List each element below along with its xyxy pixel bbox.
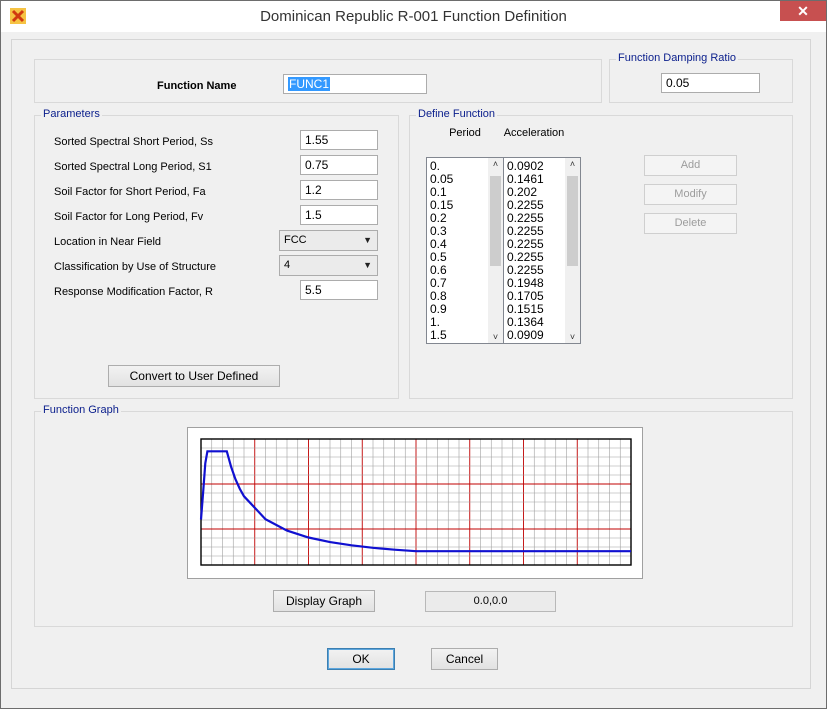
damping-field[interactable]: 0.05 (661, 73, 760, 93)
period-scrollbar[interactable]: ˄ ˅ (488, 158, 503, 343)
fa-field[interactable]: 1.2 (300, 180, 378, 200)
chevron-down-icon: ▼ (363, 235, 372, 245)
define-function-title: Define Function (416, 108, 498, 120)
scroll-down-icon[interactable]: ˅ (488, 332, 503, 342)
classification-value: 4 (284, 259, 291, 271)
period-list[interactable]: 0. 0.05 0.1 0.15 0.2 0.3 0.4 0.5 0.6 0.7 0.8 0.9 1. 1… (426, 157, 504, 344)
parameters-group: Parameters Sorted Spectral Short Period,… (34, 108, 399, 399)
function-name-label: Function Name (157, 80, 237, 92)
period-header: Period (449, 127, 481, 139)
convert-to-user-defined-button[interactable]: Convert to User Defined (108, 365, 280, 387)
damping-title: Function Damping Ratio (616, 52, 739, 64)
ok-button[interactable]: OK (327, 648, 395, 670)
cancel-button[interactable]: Cancel (431, 648, 498, 670)
response-label: Response Modification Factor, R (54, 286, 213, 298)
scroll-down-icon[interactable]: ˅ (565, 332, 580, 342)
s1-label: Sorted Spectral Long Period, S1 (54, 161, 212, 173)
scroll-up-icon[interactable]: ˄ (565, 159, 580, 169)
function-name-field[interactable]: FUNC1 (283, 74, 427, 94)
add-button[interactable]: Add (644, 155, 737, 176)
scroll-thumb[interactable] (567, 176, 578, 266)
close-button[interactable]: ✕ (780, 1, 826, 21)
ss-field[interactable]: 1.55 (300, 130, 378, 150)
function-name-group: Function Name FUNC1 (34, 59, 602, 103)
acceleration-scrollbar[interactable]: ˄ ˅ (565, 158, 580, 343)
parameters-title: Parameters (41, 108, 102, 120)
scroll-up-icon[interactable]: ˄ (488, 159, 503, 169)
chevron-down-icon: ▼ (363, 260, 372, 270)
ss-label: Sorted Spectral Short Period, Ss (54, 136, 213, 148)
display-graph-button[interactable]: Display Graph (273, 590, 375, 612)
coordinate-readout: 0.0,0.0 (425, 591, 556, 612)
delete-button[interactable]: Delete (644, 213, 737, 234)
scroll-thumb[interactable] (490, 176, 501, 266)
function-graph-title: Function Graph (41, 404, 121, 416)
modify-button[interactable]: Modify (644, 184, 737, 205)
define-function-group: Define Function Period Acceleration 0. 0.… (409, 108, 793, 399)
function-graph (199, 438, 632, 566)
title-bar: Dominican Republic R-001 Function Defini… (1, 1, 826, 32)
response-field[interactable]: 5.5 (300, 280, 378, 300)
fv-field[interactable]: 1.5 (300, 205, 378, 225)
location-value: FCC (284, 234, 307, 246)
classification-label: Classification by Use of Structure (54, 261, 217, 273)
fa-label: Soil Factor for Short Period, Fa (54, 186, 206, 198)
damping-group: Function Damping Ratio 0.05 (609, 52, 793, 103)
s1-field[interactable]: 0.75 (300, 155, 378, 175)
acceleration-list[interactable]: 0.0902 0.1461 0.202 0.2255 0.2255 0.2255 0.225… (503, 157, 581, 344)
function-graph-group: Function Graph Display Graph 0.0,0.0 (34, 404, 793, 627)
classification-dropdown[interactable]: 4 ▼ (279, 255, 378, 276)
fv-label: Soil Factor for Long Period, Fv (54, 211, 204, 223)
window-title: Dominican Republic R-001 Function Defini… (260, 8, 567, 25)
location-dropdown[interactable]: FCC ▼ (279, 230, 378, 251)
acceleration-header: Acceleration (503, 127, 565, 139)
graph-frame (187, 427, 643, 579)
dialog-window: Dominican Republic R-001 Function Defini… (0, 0, 827, 709)
location-label: Location in Near Field (54, 236, 162, 248)
function-name-value: FUNC1 (288, 77, 331, 91)
